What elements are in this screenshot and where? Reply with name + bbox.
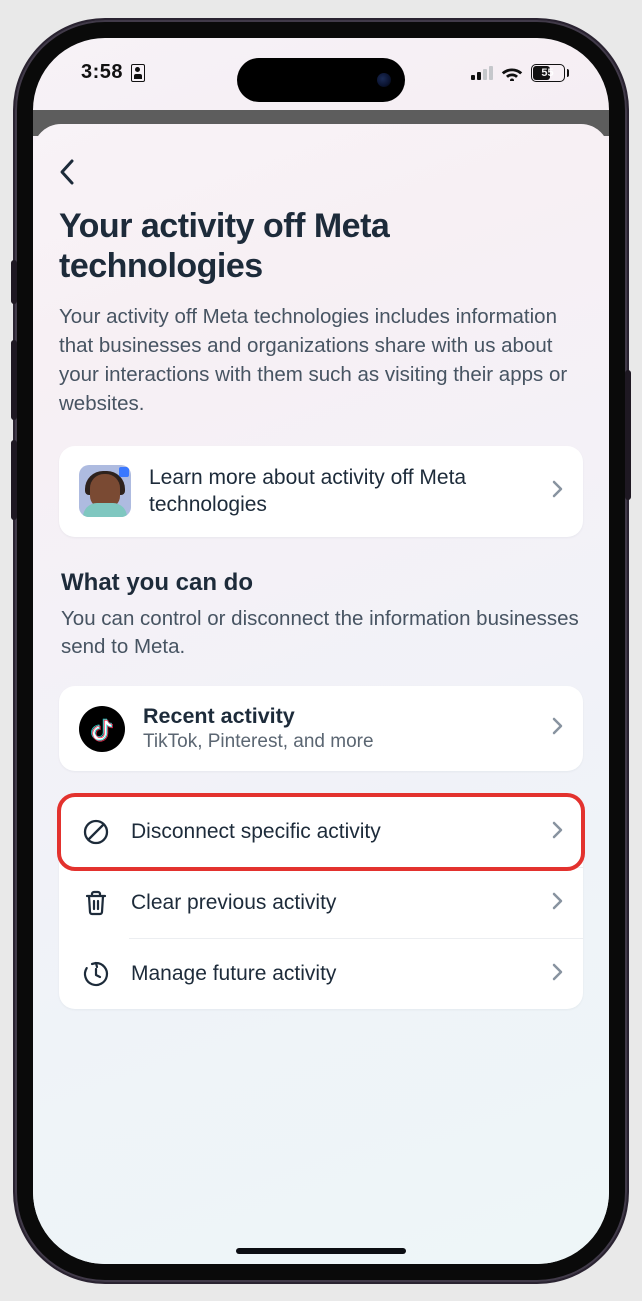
- avatar-icon: [79, 465, 131, 517]
- clear-previous-row[interactable]: Clear previous activity: [59, 868, 583, 938]
- power-button: [625, 370, 631, 500]
- section-heading: What you can do: [61, 569, 583, 597]
- recent-activity-title: Recent activity: [143, 704, 534, 729]
- wifi-icon: [501, 65, 523, 81]
- clock: 3:58: [81, 61, 123, 84]
- dynamic-island: [237, 58, 405, 102]
- disconnect-specific-row[interactable]: Disconnect specific activity: [59, 797, 583, 867]
- block-icon: [79, 815, 113, 849]
- learn-more-label: Learn more about activity off Meta techn…: [149, 464, 534, 519]
- page-title: Your activity off Meta technologies: [59, 206, 583, 286]
- id-card-icon: [131, 64, 145, 82]
- chevron-right-icon: [552, 480, 563, 503]
- chevron-right-icon: [552, 963, 563, 986]
- section-sub: You can control or disconnect the inform…: [59, 605, 583, 662]
- recent-activity-sub: TikTok, Pinterest, and more: [143, 731, 534, 753]
- page-description: Your activity off Meta technologies incl…: [59, 302, 583, 418]
- chevron-right-icon: [552, 717, 563, 740]
- chevron-left-icon: [59, 158, 75, 186]
- phone-frame: 3:58 55: [15, 20, 627, 1282]
- volume-up-button: [11, 340, 17, 420]
- chevron-right-icon: [552, 821, 563, 844]
- manage-future-row[interactable]: Manage future activity: [59, 939, 583, 1009]
- actions-card: Disconnect specific activity Clear previ…: [59, 797, 583, 1009]
- cellular-icon: [471, 66, 493, 80]
- battery-icon: 55: [531, 64, 570, 82]
- recent-activity-card: Recent activity TikTok, Pinterest, and m…: [59, 686, 583, 771]
- clear-label: Clear previous activity: [131, 889, 534, 916]
- back-button[interactable]: [59, 152, 99, 192]
- chevron-right-icon: [552, 892, 563, 915]
- clock-refresh-icon: [79, 957, 113, 991]
- disconnect-label: Disconnect specific activity: [131, 818, 534, 845]
- learn-more-row[interactable]: Learn more about activity off Meta techn…: [59, 446, 583, 537]
- tiktok-icon: [79, 706, 125, 752]
- manage-label: Manage future activity: [131, 960, 534, 987]
- volume-down-button: [11, 440, 17, 520]
- recent-activity-row[interactable]: Recent activity TikTok, Pinterest, and m…: [59, 686, 583, 771]
- content-sheet: Your activity off Meta technologies Your…: [33, 124, 609, 1264]
- home-indicator[interactable]: [236, 1248, 406, 1254]
- mute-switch: [11, 260, 17, 304]
- screen: 3:58 55: [33, 38, 609, 1264]
- trash-icon: [79, 886, 113, 920]
- learn-more-card: Learn more about activity off Meta techn…: [59, 446, 583, 537]
